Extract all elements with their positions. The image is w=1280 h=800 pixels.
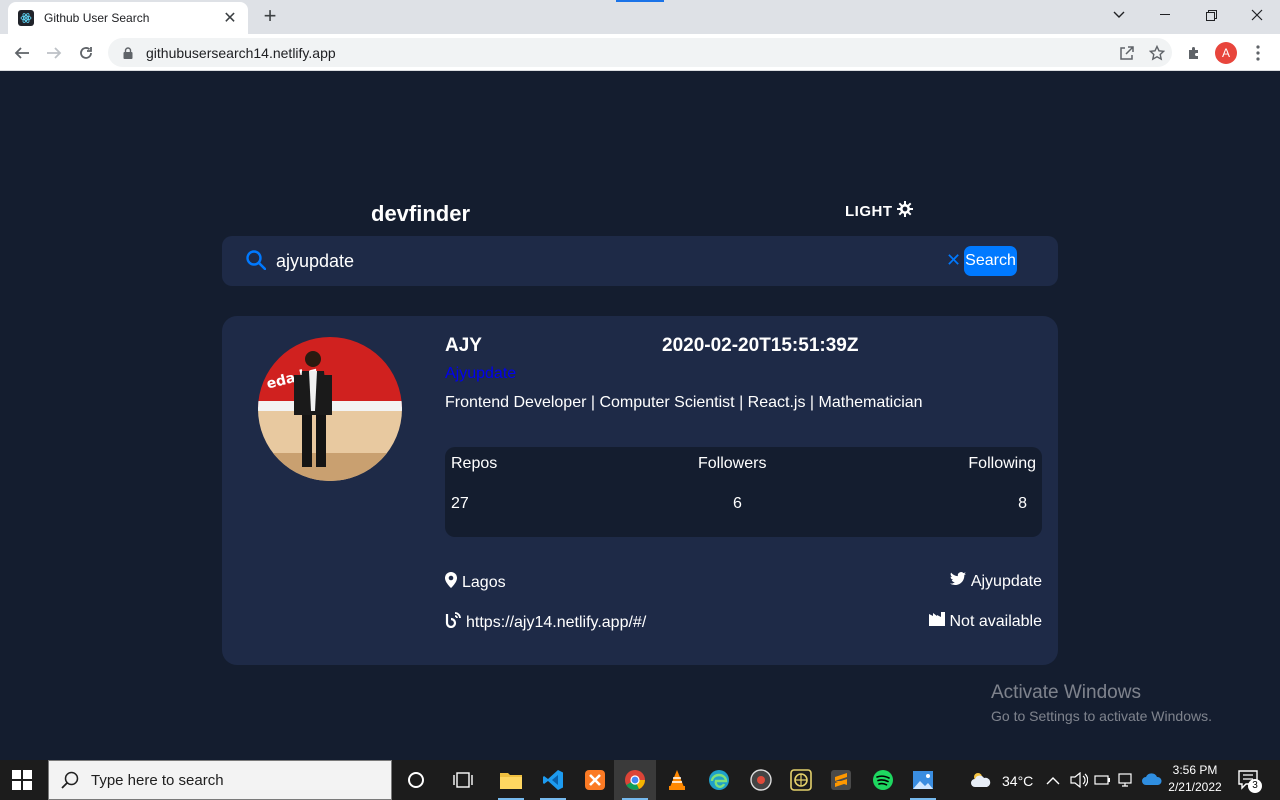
theme-toggle-button[interactable]: LIGHT (845, 201, 913, 221)
notifications-icon[interactable]: 3 (1238, 770, 1262, 795)
extensions-puzzle-icon[interactable] (1180, 39, 1208, 67)
sun-icon (896, 201, 913, 221)
bookmark-star-icon[interactable] (1142, 44, 1172, 61)
browser-toolbar: githubusersearch14.netlify.app A (0, 34, 1280, 71)
minimize-button[interactable] (1142, 0, 1188, 30)
lock-icon (120, 46, 136, 59)
react-favicon-icon (18, 10, 34, 26)
browser-tab-strip: Github User Search ✕ + (0, 0, 1280, 34)
profile-company: Not available (928, 612, 1043, 631)
browser-menu-icon[interactable] (1244, 39, 1272, 67)
back-arrow-icon[interactable] (8, 39, 36, 67)
twitter-icon (949, 572, 966, 591)
windows-start-icon[interactable] (12, 770, 32, 795)
profile-avatar[interactable]: A (1215, 42, 1237, 64)
following-count: 8 (1018, 495, 1027, 512)
taskbar-clock[interactable]: 3:56 PM 2/21/2022 (1166, 763, 1224, 794)
vlc-icon[interactable] (656, 760, 698, 800)
new-tab-button[interactable]: + (258, 5, 282, 29)
location-text: Lagos (462, 573, 506, 591)
spotify-icon[interactable] (862, 760, 904, 800)
profile-avatar-image: eda bz (258, 337, 402, 481)
task-view-icon[interactable] (442, 760, 484, 800)
reload-icon[interactable] (72, 39, 100, 67)
location-pin-icon (445, 572, 457, 593)
share-icon[interactable] (1112, 45, 1142, 61)
xampp-icon[interactable] (574, 760, 616, 800)
repos-label: Repos (451, 455, 498, 472)
blog-url: https://ajy14.netlify.app/#/ (466, 613, 647, 631)
media-player-icon[interactable] (740, 760, 782, 800)
onedrive-icon[interactable] (1142, 772, 1162, 791)
taskbar-search-box[interactable]: Type here to search (48, 760, 392, 800)
repos-count: 27 (451, 495, 469, 512)
profile-blog[interactable]: https://ajy14.netlify.app/#/ (445, 612, 646, 633)
show-hidden-icons-chevron-icon[interactable] (1046, 773, 1060, 791)
url-text: githubusersearch14.netlify.app (146, 44, 336, 61)
weather-cloud-icon[interactable] (970, 771, 992, 794)
company-text: Not available (949, 612, 1043, 630)
profile-location: Lagos (445, 572, 506, 593)
company-building-icon (928, 612, 945, 631)
battery-icon[interactable] (1094, 772, 1112, 793)
search-bar: ✕ Search (222, 236, 1058, 286)
app-header: devfinder LIGHT (371, 201, 913, 229)
cortana-icon[interactable] (395, 760, 437, 800)
tab-strip-indicator (616, 0, 664, 2)
app-logo: devfinder (371, 201, 471, 226)
watermark-title: Activate Windows (991, 682, 1141, 703)
tab-title: Github User Search (44, 11, 150, 25)
clear-search-icon[interactable]: ✕ (946, 250, 961, 271)
followers-count: 6 (733, 495, 742, 512)
file-explorer-icon[interactable] (490, 760, 532, 800)
restore-button[interactable] (1188, 0, 1234, 30)
browser-tab[interactable]: Github User Search ✕ (8, 2, 248, 34)
profile-card: eda bz AJY 2020-02-20T15:51:39Z Ajyupdat… (222, 316, 1058, 665)
taskbar-search-icon (61, 771, 79, 789)
taskbar-search-placeholder: Type here to search (91, 771, 224, 789)
profile-name: AJY (445, 335, 482, 356)
watermark-subtitle: Go to Settings to activate Windows. (991, 708, 1212, 724)
edge-icon[interactable] (698, 760, 740, 800)
profile-login-link[interactable]: Ajyupdate (445, 365, 516, 383)
twitter-handle: Ajyupdate (970, 572, 1042, 590)
design-app-icon[interactable] (780, 760, 822, 800)
chrome-icon[interactable] (614, 760, 656, 800)
followers-label: Followers (698, 455, 767, 472)
windows-taskbar: Type here to search 34°C 3:56 PM 2/21/20… (0, 760, 1280, 800)
tab-close-icon[interactable]: ✕ (222, 8, 238, 28)
clock-date: 2/21/2022 (1168, 780, 1222, 794)
close-window-button[interactable] (1234, 0, 1280, 30)
profile-stats: Repos Followers Following 27 6 8 (445, 447, 1042, 537)
profile-joined-date: 2020-02-20T15:51:39Z (662, 335, 859, 356)
photos-icon[interactable] (902, 760, 944, 800)
following-label: Following (968, 455, 1036, 472)
blog-link-icon (445, 612, 461, 633)
network-icon[interactable] (1118, 772, 1136, 793)
volume-icon[interactable] (1070, 771, 1089, 793)
theme-toggle-label: LIGHT (845, 202, 893, 220)
activate-windows-watermark: Activate Windows Go to Settings to activ… (991, 682, 1212, 724)
profile-twitter[interactable]: Ajyupdate (949, 572, 1042, 591)
vscode-icon[interactable] (532, 760, 574, 800)
sublime-text-icon[interactable] (820, 760, 862, 800)
weather-temp[interactable]: 34°C (1002, 773, 1033, 789)
tab-search-chevron-icon[interactable] (1096, 0, 1142, 30)
search-icon (246, 250, 267, 275)
search-button[interactable]: Search (964, 246, 1017, 276)
profile-bio: Frontend Developer | Computer Scientist … (445, 394, 923, 411)
clock-time: 3:56 PM (1172, 763, 1218, 777)
notification-count-badge: 3 (1248, 779, 1262, 793)
address-bar[interactable]: githubusersearch14.netlify.app (108, 38, 1172, 67)
forward-arrow-icon[interactable] (40, 39, 68, 67)
search-input[interactable] (276, 248, 916, 274)
